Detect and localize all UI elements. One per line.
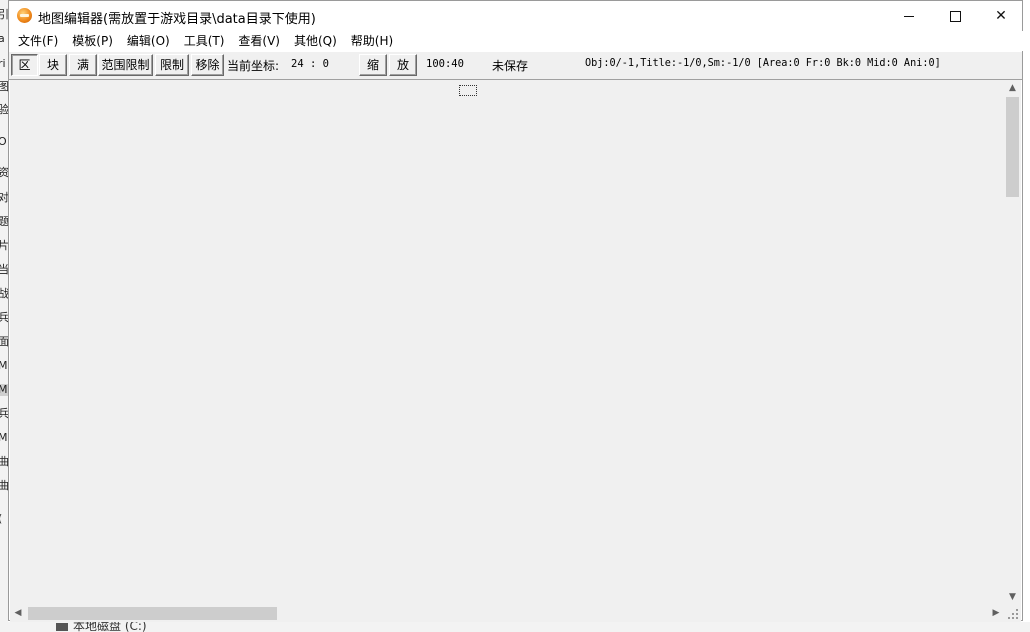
remove-button[interactable]: 移除	[191, 54, 224, 76]
window-title: 地图编辑器(需放置于游戏目录\data目录下使用)	[38, 12, 316, 27]
background-text: 曲	[0, 479, 8, 492]
close-button[interactable]: ✕	[978, 1, 1024, 31]
menu-edit[interactable]: 编辑(O)	[120, 31, 177, 51]
block-button[interactable]: 块	[39, 54, 67, 76]
selection-cursor	[459, 85, 477, 96]
background-text: (	[0, 513, 8, 525]
background-drive-item: 本地磁盘 (C:)	[56, 622, 147, 632]
background-text: 资	[0, 166, 8, 179]
drive-icon	[56, 622, 68, 631]
limit-button[interactable]: 限制	[155, 54, 189, 76]
coordinate-value: 24 : 0	[291, 58, 329, 70]
maximize-icon	[949, 10, 961, 22]
close-icon: ✕	[995, 8, 1007, 24]
background-text: 对	[0, 191, 8, 204]
map-canvas[interactable]	[10, 80, 1004, 605]
scroll-up-icon[interactable]: ▲	[1004, 80, 1021, 96]
object-info: Obj:0/-1,Title:-1/0,Sm:-1/0 [Area:0 Fr:0…	[585, 58, 941, 69]
app-icon	[17, 8, 32, 23]
resize-grip-icon[interactable]	[1004, 605, 1021, 622]
background-text: 兵	[0, 311, 8, 324]
maximize-button[interactable]	[932, 1, 978, 31]
range-limit-button[interactable]: 范围限制	[98, 54, 153, 76]
background-text: 当	[0, 263, 8, 276]
title-bar[interactable]: 地图编辑器(需放置于游戏目录\data目录下使用) ✕	[9, 1, 1022, 31]
background-text: 兵	[0, 407, 8, 420]
background-text: a	[0, 32, 5, 45]
menu-help[interactable]: 帮助(H)	[344, 31, 400, 51]
vertical-scrollbar[interactable]: ▲ ▼	[1004, 80, 1021, 605]
scroll-left-icon[interactable]: ◀	[10, 605, 26, 622]
vertical-scroll-thumb[interactable]	[1006, 97, 1019, 197]
background-text: 曲	[0, 455, 8, 468]
background-text: 面	[0, 335, 8, 348]
map-size: 100:40	[426, 58, 464, 70]
menu-template[interactable]: 模板(P)	[65, 31, 120, 51]
map-editor-window: 地图编辑器(需放置于游戏目录\data目录下使用) ✕ 文件(F) 模板(P) …	[8, 0, 1024, 622]
scroll-right-icon[interactable]: ▶	[988, 605, 1004, 622]
menu-bar: 文件(F) 模板(P) 编辑(O) 工具(T) 查看(V) 其他(Q) 帮助(H…	[9, 31, 1024, 51]
minimize-button[interactable]	[886, 1, 932, 31]
background-text: 验	[0, 103, 8, 116]
area-button[interactable]: 区	[11, 54, 38, 76]
background-text: 片	[0, 239, 8, 252]
background-window-edge: 引 a 图 ri 验 O 资 对 题 片 当 战 兵 面 M M 兵 M 曲 曲…	[0, 0, 8, 632]
fill-button[interactable]: 满	[69, 54, 97, 76]
horizontal-scroll-thumb[interactable]	[28, 607, 277, 620]
zoom-button[interactable]: 放	[389, 54, 417, 76]
background-text: 引	[0, 8, 8, 21]
scroll-down-icon[interactable]: ▼	[1004, 589, 1021, 605]
background-text: 图	[0, 80, 8, 93]
shrink-button[interactable]: 缩	[359, 54, 387, 76]
toolbar: 区 块 满 范围限制 限制 移除 当前坐标: 24 : 0 缩 放 100:40…	[9, 52, 1022, 80]
menu-file[interactable]: 文件(F)	[11, 31, 65, 51]
background-text: 战	[0, 287, 8, 300]
menu-other[interactable]: 其他(Q)	[287, 31, 344, 51]
drive-label: 本地磁盘 (C:)	[73, 622, 147, 632]
background-text: ri	[0, 57, 6, 70]
background-text: M	[0, 431, 8, 444]
minimize-icon	[904, 15, 914, 17]
menu-view[interactable]: 查看(V)	[231, 31, 287, 51]
menu-tools[interactable]: 工具(T)	[177, 31, 232, 51]
background-text: O	[0, 135, 7, 148]
background-text: 题	[0, 215, 8, 228]
background-window-bottom: 本地磁盘 (C:)	[0, 622, 1030, 632]
horizontal-scrollbar[interactable]: ◀ ▶	[10, 605, 1004, 622]
save-status: 未保存	[492, 59, 529, 73]
background-text: M	[0, 359, 8, 372]
coordinate-label: 当前坐标:	[227, 59, 280, 73]
background-text: M	[0, 384, 8, 396]
